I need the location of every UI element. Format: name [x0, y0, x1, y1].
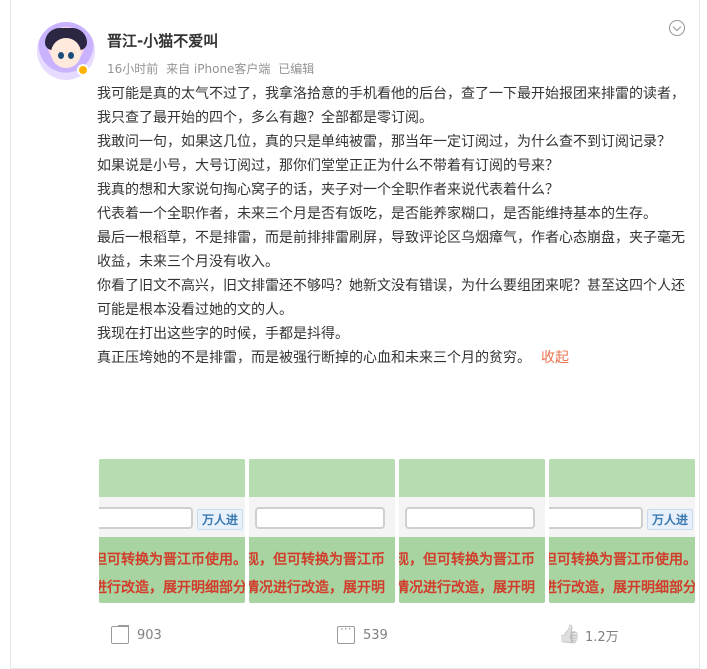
post-paragraph: 最后一根稻草，不是排雷，而是前排排雷刷屏，导致评论区乌烟瘴气，作者心态崩盘，夹子…: [97, 230, 685, 270]
image-text-line: 现，但可转换为晋江币: [249, 552, 385, 568]
image-tag: 万人进: [647, 509, 694, 530]
gallery-image[interactable]: 现，但可转换为晋江币 情况进行改造，展开明: [249, 459, 395, 603]
image-text-line: 情况进行改造，展开明: [249, 580, 385, 596]
image-text-line: 进行改造，展开明细部分: [99, 580, 245, 596]
author-name[interactable]: 晋江-小猫不爱叫: [107, 30, 218, 51]
gallery-image[interactable]: 万人进 但可转换为晋江币使用。 进行改造，展开明细部分: [549, 459, 695, 603]
like-count: 1.2万: [585, 630, 619, 645]
avatar-face: [51, 38, 81, 68]
image-header: [549, 459, 695, 497]
collapse-link[interactable]: 收起: [541, 350, 569, 366]
verified-badge-icon: [77, 64, 89, 76]
post-paragraph: 我现在打出这些字的时候，手都是抖得。: [97, 326, 349, 342]
post-paragraph: 你看了旧文不高兴，旧文排雷还不够吗？她新文没有错误，为什么要组团来呢？甚至这四个…: [97, 278, 685, 318]
image-text-line: 进行改造，展开明细部分: [549, 580, 695, 596]
avatar-eye: [68, 52, 74, 59]
image-text-line: 情况进行改造，展开明: [399, 580, 535, 596]
post-time[interactable]: 16小时前: [107, 62, 158, 76]
post-source[interactable]: 来自 iPhone客户端: [166, 62, 270, 76]
image-text-line: 现，但可转换为晋江币: [399, 552, 535, 568]
action-bar: 903 539 1.2万: [11, 620, 699, 650]
share-icon: [111, 626, 129, 644]
thumbs-up-icon: [559, 627, 577, 645]
post-paragraph-last: 真正压垮她的不是排雷，而是被强行断掉的心血和未来三个月的贫穷。 收起: [97, 346, 687, 370]
comment-count: 539: [363, 627, 388, 643]
share-button[interactable]: 903: [111, 626, 162, 644]
post-paragraph: 我真的想和大家说句掏心窝子的话，夹子对一个全职作者来说代表着什么？: [97, 182, 559, 198]
image-header: [249, 459, 395, 497]
image-gallery: 万人进 但可转换为晋江币使用。 进行改造，展开明细部分 现，但可转换为晋江币 情…: [99, 459, 699, 603]
post-paragraph: 如果说是小号，大号订阅过，那你们堂堂正正为什么不带着有订阅的号来？: [97, 158, 559, 174]
post-paragraph: 真正压垮她的不是排雷，而是被强行断掉的心血和未来三个月的贫穷。: [97, 350, 531, 366]
image-blurred-area: [265, 513, 325, 527]
image-blurred-area: [109, 513, 183, 527]
image-blurred-area: [415, 513, 475, 527]
chevron-down-icon[interactable]: [669, 20, 685, 36]
post-paragraph: 我敢问一句，如果这几位，真的只是单纯被雷，那当年一定订阅过，为什么查不到订阅记录…: [97, 134, 671, 150]
comment-icon: [337, 622, 355, 644]
gallery-image[interactable]: 万人进 但可转换为晋江币使用。 进行改造，展开明细部分: [99, 459, 245, 603]
image-tag: 万人进: [197, 509, 244, 530]
image-text-line: 但可转换为晋江币使用。: [549, 552, 695, 568]
post-meta: 16小时前 来自 iPhone客户端 已编辑: [107, 60, 318, 77]
like-button[interactable]: 1.2万: [559, 626, 619, 645]
post-paragraph: 代表着一个全职作者，未来三个月是否有饭吃，是否能养家糊口，是否能维持基本的生存。: [97, 206, 657, 222]
edited-label[interactable]: 已编辑: [278, 62, 314, 76]
post-content: 我可能是真的太气不过了，我拿洛拾意的手机看他的后台，查了一下最开始报团来排雷的读…: [97, 82, 687, 370]
avatar-eye: [58, 52, 64, 59]
image-text-line: 但可转换为晋江币使用。: [99, 552, 245, 568]
image-header: [399, 459, 545, 497]
gallery-image[interactable]: 现，但可转换为晋江币 情况进行改造，展开明: [399, 459, 545, 603]
comment-button[interactable]: 539: [337, 622, 388, 644]
share-count: 903: [137, 627, 162, 643]
image-header: [99, 459, 245, 497]
image-blurred-area: [559, 513, 633, 527]
post-paragraph: 我可能是真的太气不过了，我拿洛拾意的手机看他的后台，查了一下最开始报团来排雷的读…: [97, 86, 685, 126]
weibo-post-card: 晋江-小猫不爱叫 16小时前 来自 iPhone客户端 已编辑 我可能是真的太气…: [10, 0, 700, 669]
